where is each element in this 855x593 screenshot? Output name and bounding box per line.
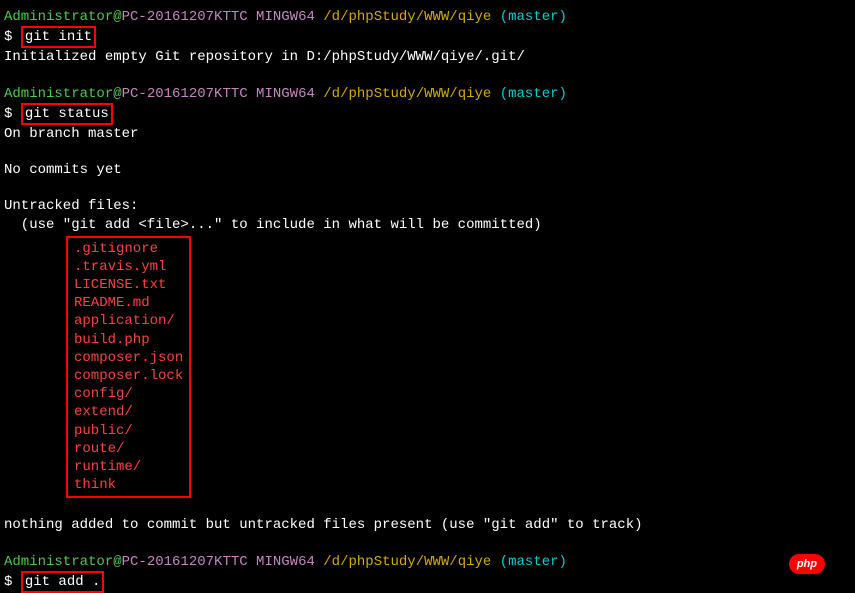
prompt-dollar: $: [4, 106, 21, 122]
untracked-file: LICENSE.txt: [74, 276, 183, 294]
prompt-branch: (master): [491, 554, 567, 570]
prompt-line-2: Administrator@PC-20161207KTTC MINGW64 /d…: [4, 85, 851, 103]
prompt-host: PC-20161207KTTC: [122, 86, 248, 102]
untracked-file: .gitignore: [74, 240, 183, 258]
prompt-user: Administrator: [4, 554, 113, 570]
git-add-command: git add .: [21, 571, 105, 593]
prompt-user: Administrator: [4, 86, 113, 102]
untracked-header: Untracked files:: [4, 197, 851, 215]
prompt-user: Administrator: [4, 9, 113, 25]
untracked-file: route/: [74, 440, 183, 458]
prompt-at: @: [113, 9, 121, 25]
prompt-line-1: Administrator@PC-20161207KTTC MINGW64 /d…: [4, 8, 851, 26]
init-output: Initialized empty Git repository in D:/p…: [4, 48, 851, 66]
untracked-files-box: .gitignore .travis.yml LICENSE.txt READM…: [66, 236, 191, 499]
git-status-command: git status: [21, 103, 113, 125]
command-line-2[interactable]: $ git status: [4, 103, 851, 125]
prompt-branch: (master): [491, 86, 567, 102]
prompt-at: @: [113, 554, 121, 570]
untracked-file: think: [74, 476, 183, 494]
untracked-file: runtime/: [74, 458, 183, 476]
untracked-file: .travis.yml: [74, 258, 183, 276]
prompt-host: PC-20161207KTTC: [122, 9, 248, 25]
php-badge: php: [789, 554, 825, 574]
prompt-line-3: Administrator@PC-20161207KTTC MINGW64 /d…: [4, 553, 851, 571]
command-line-3[interactable]: $ git add .: [4, 571, 851, 593]
untracked-file: build.php: [74, 331, 183, 349]
nothing-added-output: nothing added to commit but untracked fi…: [4, 516, 851, 534]
prompt-host: PC-20161207KTTC: [122, 554, 248, 570]
untracked-hint: (use "git add <file>..." to include in w…: [4, 216, 851, 234]
untracked-file: application/: [74, 312, 183, 330]
no-commits-output: No commits yet: [4, 161, 851, 179]
untracked-file: extend/: [74, 403, 183, 421]
prompt-shell: MINGW64: [248, 9, 324, 25]
untracked-file: config/: [74, 385, 183, 403]
prompt-branch: (master): [491, 9, 567, 25]
prompt-dollar: $: [4, 29, 21, 45]
on-branch-output: On branch master: [4, 125, 851, 143]
prompt-shell: MINGW64: [248, 554, 324, 570]
git-init-command: git init: [21, 26, 96, 48]
untracked-file: public/: [74, 422, 183, 440]
prompt-path: /d/phpStudy/WWW/qiye: [323, 554, 491, 570]
prompt-at: @: [113, 86, 121, 102]
prompt-path: /d/phpStudy/WWW/qiye: [323, 86, 491, 102]
prompt-path: /d/phpStudy/WWW/qiye: [323, 9, 491, 25]
prompt-shell: MINGW64: [248, 86, 324, 102]
command-line-1[interactable]: $ git init: [4, 26, 851, 48]
prompt-dollar: $: [4, 574, 21, 590]
untracked-file: composer.lock: [74, 367, 183, 385]
untracked-file: README.md: [74, 294, 183, 312]
untracked-file: composer.json: [74, 349, 183, 367]
